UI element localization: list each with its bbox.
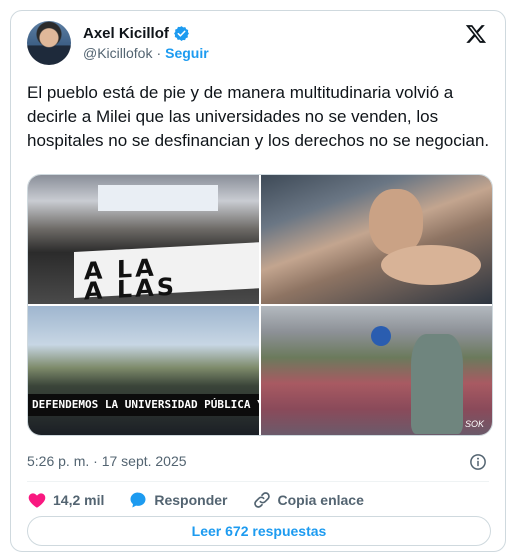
read-replies-button[interactable]: Leer 672 respuestas xyxy=(27,516,491,546)
separator: · xyxy=(156,45,162,61)
copy-link-button[interactable]: Copia enlace xyxy=(252,490,364,510)
verified-badge-icon xyxy=(173,26,189,41)
like-count: 14,2 mil xyxy=(53,492,105,508)
tweet-header: Axel Kicillof @Kicillofok · Seguir xyxy=(27,21,491,65)
info-icon[interactable] xyxy=(469,453,487,471)
media-grid: A LA A LAS DEFENDEMOS LA UNIVERSIDAD PÚB… xyxy=(27,174,493,436)
link-icon xyxy=(253,492,270,508)
handle[interactable]: @Kicillofok xyxy=(83,45,152,61)
photo-4[interactable]: SOK xyxy=(261,306,492,435)
handle-row: @Kicillofok · Seguir xyxy=(83,45,209,61)
display-name[interactable]: Axel Kicillof xyxy=(83,25,169,42)
tweet-card: Axel Kicillof @Kicillofok · Seguir El pu… xyxy=(10,10,506,552)
photo-1[interactable]: A LA A LAS xyxy=(28,175,259,304)
photo-1-top-banner xyxy=(98,185,218,211)
reply-bubble-icon xyxy=(130,492,146,508)
like-button[interactable]: 14,2 mil xyxy=(27,490,104,510)
timestamp-row: 5:26 p. m. · 17 sept. 2025 xyxy=(27,453,491,473)
reply-button[interactable]: Responder xyxy=(128,490,228,510)
photo-3-banner: DEFENDEMOS LA UNIVERSIDAD PÚBLICA Y LA C… xyxy=(28,394,259,416)
copy-link-label: Copia enlace xyxy=(277,492,364,508)
action-bar: 14,2 mil Responder Copia enlace xyxy=(27,489,388,511)
tweet-text: El pueblo está de pie y de manera multit… xyxy=(27,83,490,150)
photo-3[interactable]: DEFENDEMOS LA UNIVERSIDAD PÚBLICA Y LA C… xyxy=(28,306,259,435)
photo-4-statue xyxy=(411,334,463,434)
photo-1-banner-text: A LA A LAS xyxy=(84,253,178,304)
photo-1-banner: A LA A LAS xyxy=(74,242,259,304)
photo-2[interactable] xyxy=(261,175,492,304)
reply-label: Responder xyxy=(154,492,228,508)
photo-4-logo xyxy=(371,326,391,346)
photo-2-hands xyxy=(381,245,481,285)
heart-icon xyxy=(28,493,46,508)
divider xyxy=(27,481,489,482)
photo-4-watermark: SOK xyxy=(464,419,484,429)
x-logo-icon[interactable] xyxy=(465,23,487,45)
timestamp[interactable]: 5:26 p. m. · 17 sept. 2025 xyxy=(27,453,187,469)
name-row: Axel Kicillof xyxy=(83,25,190,42)
avatar[interactable] xyxy=(27,21,71,65)
follow-button[interactable]: Seguir xyxy=(165,45,209,61)
